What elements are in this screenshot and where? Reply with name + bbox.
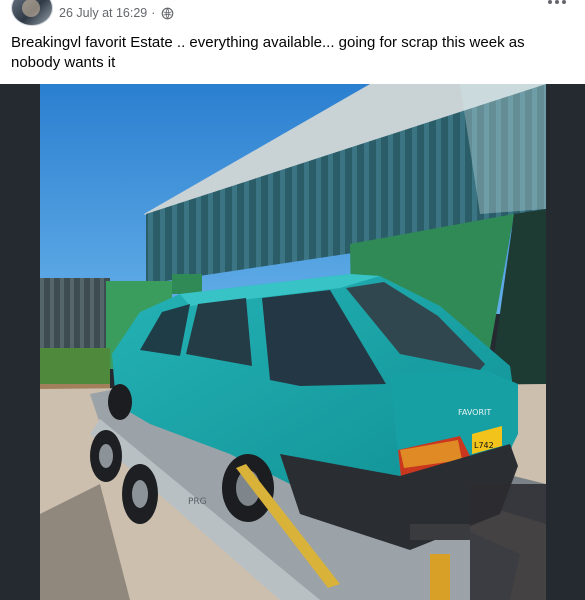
post-text: Breakingvl favorit Estate .. everything …	[11, 34, 525, 71]
avatar[interactable]	[11, 0, 53, 26]
more-dot	[555, 0, 559, 4]
car-on-trailer-photo: L742 FAVORIT PRG	[40, 84, 546, 600]
globe-icon	[162, 7, 174, 19]
rear-badge: FAVORIT	[458, 408, 491, 417]
post-meta: 26 July at 16:29 ·	[59, 6, 174, 20]
meta-separator: ·	[151, 6, 156, 20]
plate-text: L742	[474, 441, 494, 450]
trailer-text: PRG	[188, 497, 207, 507]
post-header: 26 July at 16:29 ·	[0, 0, 585, 28]
more-dot	[562, 0, 566, 4]
more-options-button[interactable]	[543, 0, 571, 14]
timestamp-link[interactable]: 26 July at 16:29	[59, 6, 147, 20]
post-media[interactable]: L742 FAVORIT PRG	[0, 84, 585, 600]
more-options-icon	[548, 0, 552, 4]
post-photo[interactable]: L742 FAVORIT PRG	[40, 84, 546, 600]
